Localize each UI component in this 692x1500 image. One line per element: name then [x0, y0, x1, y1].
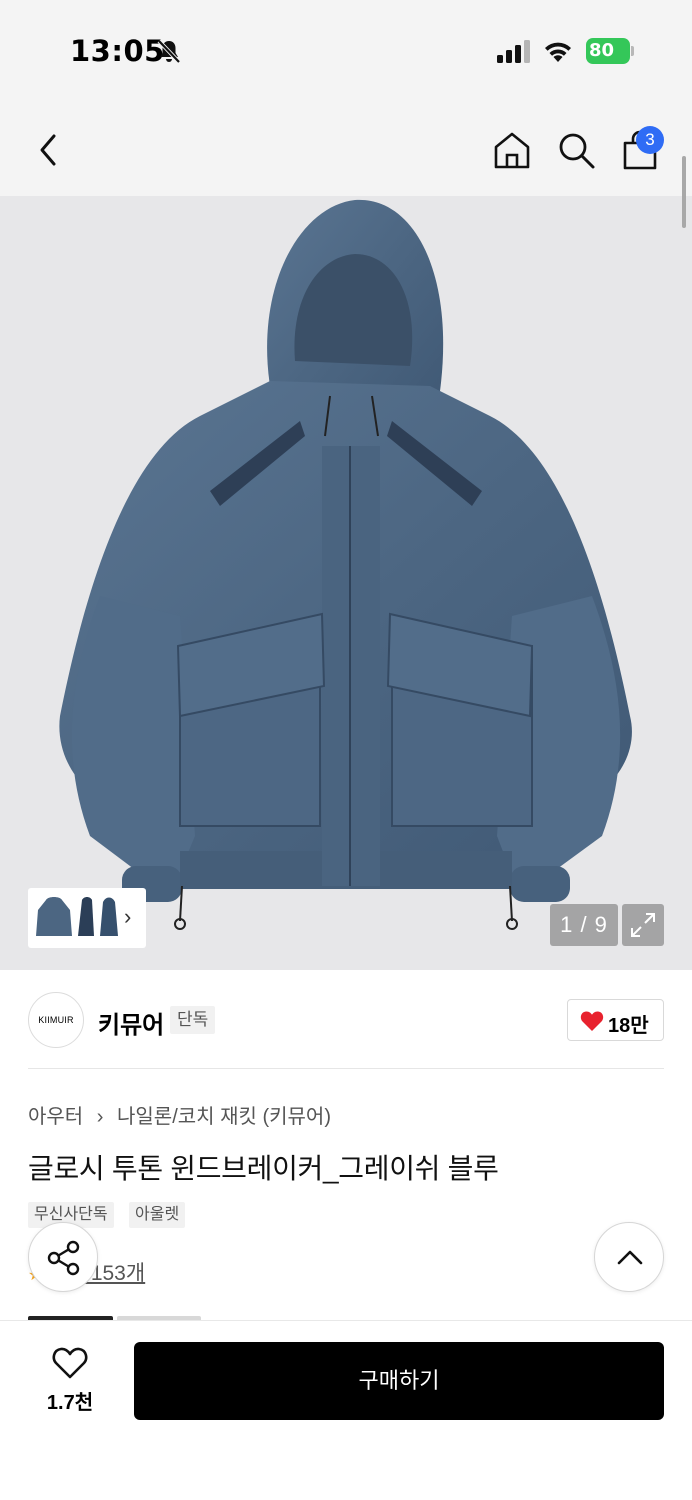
- thumbnail-strip[interactable]: ›: [28, 888, 146, 948]
- scroll-top-button[interactable]: [594, 1222, 664, 1292]
- breadcrumb: 아우터 › 나일론/코치 재킷 (키뮤어): [28, 1100, 331, 1129]
- brand-name[interactable]: 키뮤어: [98, 1005, 164, 1040]
- chevron-left-icon[interactable]: [34, 130, 66, 170]
- heart-icon: [580, 1011, 604, 1031]
- status-bar: 13:05 80: [0, 0, 692, 100]
- expand-icon[interactable]: [622, 904, 664, 946]
- brand-like-button[interactable]: 18만: [567, 999, 664, 1041]
- exclusive-badge: 단독: [170, 1006, 216, 1034]
- cart-count-badge: 3: [636, 126, 664, 154]
- brand-like-count: 18만: [608, 1015, 649, 1037]
- home-icon[interactable]: [492, 130, 532, 170]
- chevron-right-icon: ›: [96, 1106, 104, 1128]
- brand-logo[interactable]: KIIMUIR: [28, 992, 84, 1048]
- wishlist-count: 1.7천: [46, 1392, 94, 1414]
- product-title: 글로시 투톤 윈드브레이커_그레이쉬 블루: [28, 1153, 499, 1184]
- chevron-right-icon: ›: [124, 904, 132, 929]
- jacket-thumbnail: [36, 897, 72, 936]
- jacket-back-thumbnail: [100, 897, 118, 936]
- battery-level: 80: [586, 38, 630, 64]
- battery-charging-icon: 80: [586, 38, 634, 64]
- status-time: 13:05: [70, 34, 165, 68]
- scroll-indicator[interactable]: [682, 156, 686, 228]
- chevron-up-icon: [617, 1250, 643, 1265]
- bell-slash-icon: [157, 39, 181, 64]
- jacket-image: [59, 199, 632, 930]
- jacket-side-thumbnail: [78, 897, 94, 936]
- wishlist-button[interactable]: 1.7천: [28, 1340, 112, 1420]
- tag-outlet: 아울렛: [129, 1202, 186, 1228]
- product-image-gallery[interactable]: [0, 196, 692, 970]
- buy-button[interactable]: 구매하기: [134, 1342, 664, 1420]
- heart-outline-icon: [52, 1347, 88, 1379]
- divider: [28, 1068, 664, 1069]
- share-button[interactable]: [28, 1222, 98, 1292]
- wifi-icon: [545, 42, 571, 62]
- breadcrumb-subcategory[interactable]: 나일론/코치 재킷 (키뮤어): [117, 1106, 331, 1128]
- image-page-indicator: 1 / 9: [550, 904, 618, 946]
- share-icon: [47, 1240, 80, 1276]
- search-icon[interactable]: [556, 130, 596, 170]
- breadcrumb-category[interactable]: 아우터: [28, 1106, 83, 1128]
- top-nav-bar: [0, 100, 692, 196]
- battery-cap: [631, 46, 634, 56]
- signal-icon: [497, 40, 530, 63]
